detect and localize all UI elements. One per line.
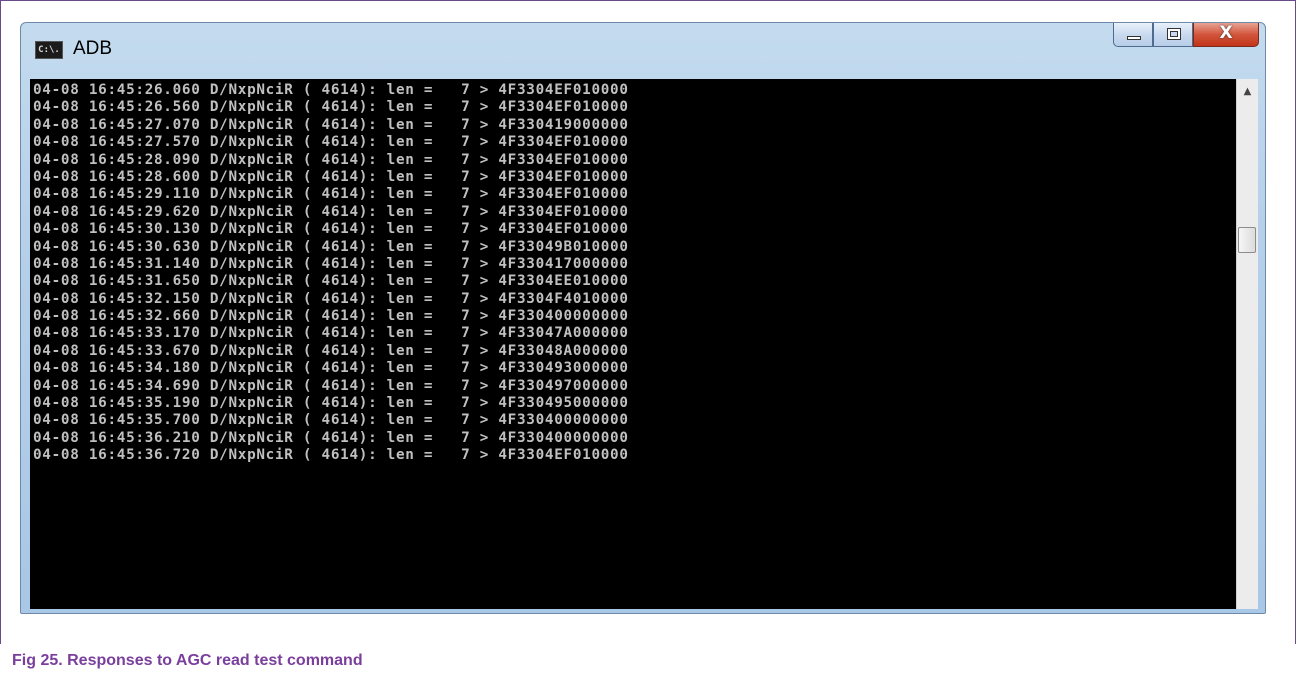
window-controls: X [1113,23,1259,49]
cmd-icon: C:\. [35,41,63,59]
log-line: 04-08 16:45:35.700 D/NxpNciR ( 4614): le… [33,412,629,429]
adb-console-window[interactable]: C:\. ADB X 04-08 16:45:26.060 D/NxpNciR … [20,22,1266,614]
log-line: 04-08 16:45:33.170 D/NxpNciR ( 4614): le… [33,325,629,342]
log-line: 04-08 16:45:30.630 D/NxpNciR ( 4614): le… [33,238,629,255]
title-bar[interactable]: C:\. ADB X [21,23,1265,79]
vertical-scrollbar[interactable]: ▲ [1236,79,1258,609]
figure-caption: Fig 25. Responses to AGC read test comma… [12,652,363,669]
log-line: 04-08 16:45:27.570 D/NxpNciR ( 4614): le… [33,134,629,151]
log-line: 04-08 16:45:34.180 D/NxpNciR ( 4614): le… [33,360,629,377]
log-line: 04-08 16:45:35.190 D/NxpNciR ( 4614): le… [33,395,629,412]
close-button[interactable]: X [1193,23,1259,47]
scroll-thumb[interactable] [1238,227,1256,253]
log-line: 04-08 16:45:32.150 D/NxpNciR ( 4614): le… [33,290,629,307]
log-line: 04-08 16:45:26.060 D/NxpNciR ( 4614): le… [33,82,629,98]
log-line: 04-08 16:45:33.670 D/NxpNciR ( 4614): le… [33,342,629,359]
log-line: 04-08 16:45:32.660 D/NxpNciR ( 4614): le… [33,308,629,325]
log-line: 04-08 16:45:30.130 D/NxpNciR ( 4614): le… [33,221,629,238]
minimize-icon [1127,36,1141,40]
log-line: 04-08 16:45:36.720 D/NxpNciR ( 4614): le… [33,447,629,464]
restore-icon [1167,28,1181,40]
log-line: 04-08 16:45:31.650 D/NxpNciR ( 4614): le… [33,273,629,290]
close-icon: X [1219,23,1233,43]
log-lines: 04-08 16:45:26.060 D/NxpNciR ( 4614): le… [33,82,629,465]
log-line: 04-08 16:45:29.110 D/NxpNciR ( 4614): le… [33,186,629,203]
minimize-button[interactable] [1113,23,1153,47]
log-line: 04-08 16:45:29.620 D/NxpNciR ( 4614): le… [33,203,629,220]
log-line: 04-08 16:45:28.090 D/NxpNciR ( 4614): le… [33,151,629,168]
log-line: 04-08 16:45:27.070 D/NxpNciR ( 4614): le… [33,116,629,133]
maximize-button[interactable] [1153,23,1193,47]
console-output[interactable]: 04-08 16:45:26.060 D/NxpNciR ( 4614): le… [30,79,1236,609]
log-line: 04-08 16:45:36.210 D/NxpNciR ( 4614): le… [33,429,629,446]
log-line: 04-08 16:45:26.560 D/NxpNciR ( 4614): le… [33,99,629,116]
log-line: 04-08 16:45:31.140 D/NxpNciR ( 4614): le… [33,255,629,272]
log-line: 04-08 16:45:28.600 D/NxpNciR ( 4614): le… [33,168,629,185]
scroll-up-icon[interactable]: ▲ [1237,83,1258,101]
window-title: ADB [73,38,113,59]
log-line: 04-08 16:45:34.690 D/NxpNciR ( 4614): le… [33,377,629,394]
